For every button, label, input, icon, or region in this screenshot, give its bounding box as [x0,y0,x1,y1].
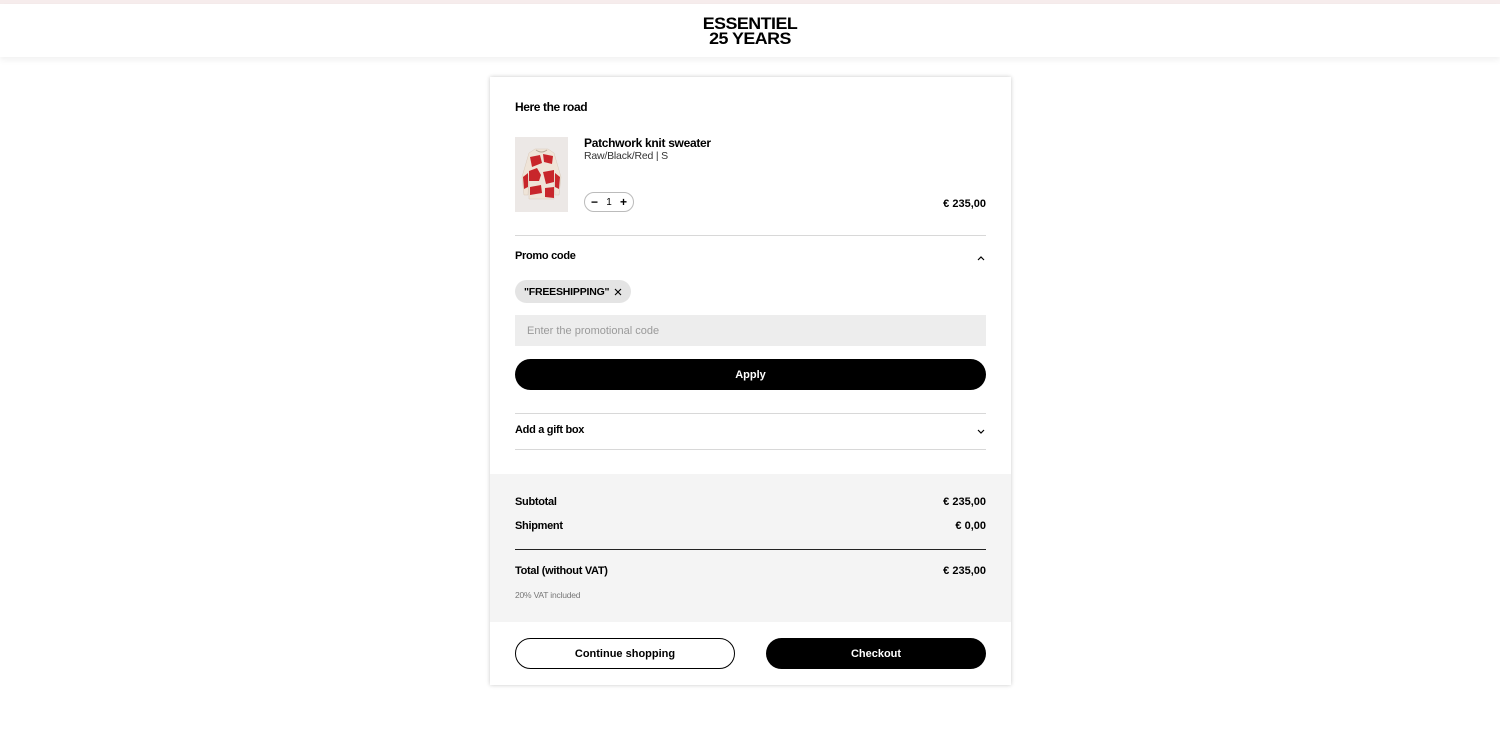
divider [515,449,986,450]
total-label: Total (without VAT) [515,565,608,577]
quantity-value: 1 [606,196,612,208]
subtotal-value: € 235,00 [943,496,986,508]
cart-panel: Here the road Patchwork knit sweater Raw… [490,77,1011,685]
cart-title: Here the road [515,100,588,114]
item-price: € 235,00 [943,198,986,210]
order-summary: Subtotal € 235,00 Shipment € 0,00 Total … [490,474,1011,622]
promo-code-toggle[interactable]: Promo code [515,250,576,262]
apply-promo-button[interactable]: Apply [515,359,986,390]
logo-line-2: 25 YEARS [709,28,791,48]
subtotal-label: Subtotal [515,496,557,508]
vat-note: 20% VAT included [515,590,581,600]
applied-promo-chip: "FREESHIPPING" [515,280,632,303]
chevron-down-icon[interactable] [976,427,986,437]
divider [515,413,986,414]
checkout-button[interactable]: Checkout [766,638,986,669]
summary-divider [515,549,986,550]
applied-promo-code: "FREESHIPPING" [524,285,610,298]
chevron-up-icon[interactable] [976,253,986,263]
product-variant: Raw/Black/Red | S [584,150,668,162]
shipment-value: € 0,00 [955,520,986,532]
gift-box-toggle[interactable]: Add a gift box [515,424,584,436]
promo-code-input[interactable] [515,315,986,346]
shipment-label: Shipment [515,520,563,532]
site-header: ESSENTIEL 25 YEARS [0,4,1500,57]
product-name[interactable]: Patchwork knit sweater [584,136,711,150]
sweater-thumbnail-icon [515,137,568,212]
increase-quantity-button[interactable]: + [620,196,627,208]
brand-logo[interactable]: ESSENTIEL 25 YEARS [703,15,798,48]
quantity-stepper: − 1 + [584,192,634,212]
total-value: € 235,00 [943,565,986,577]
product-image[interactable] [515,137,568,212]
decrease-quantity-button[interactable]: − [591,196,598,208]
divider [515,235,986,236]
close-icon[interactable] [614,288,622,296]
continue-shopping-button[interactable]: Continue shopping [515,638,735,669]
